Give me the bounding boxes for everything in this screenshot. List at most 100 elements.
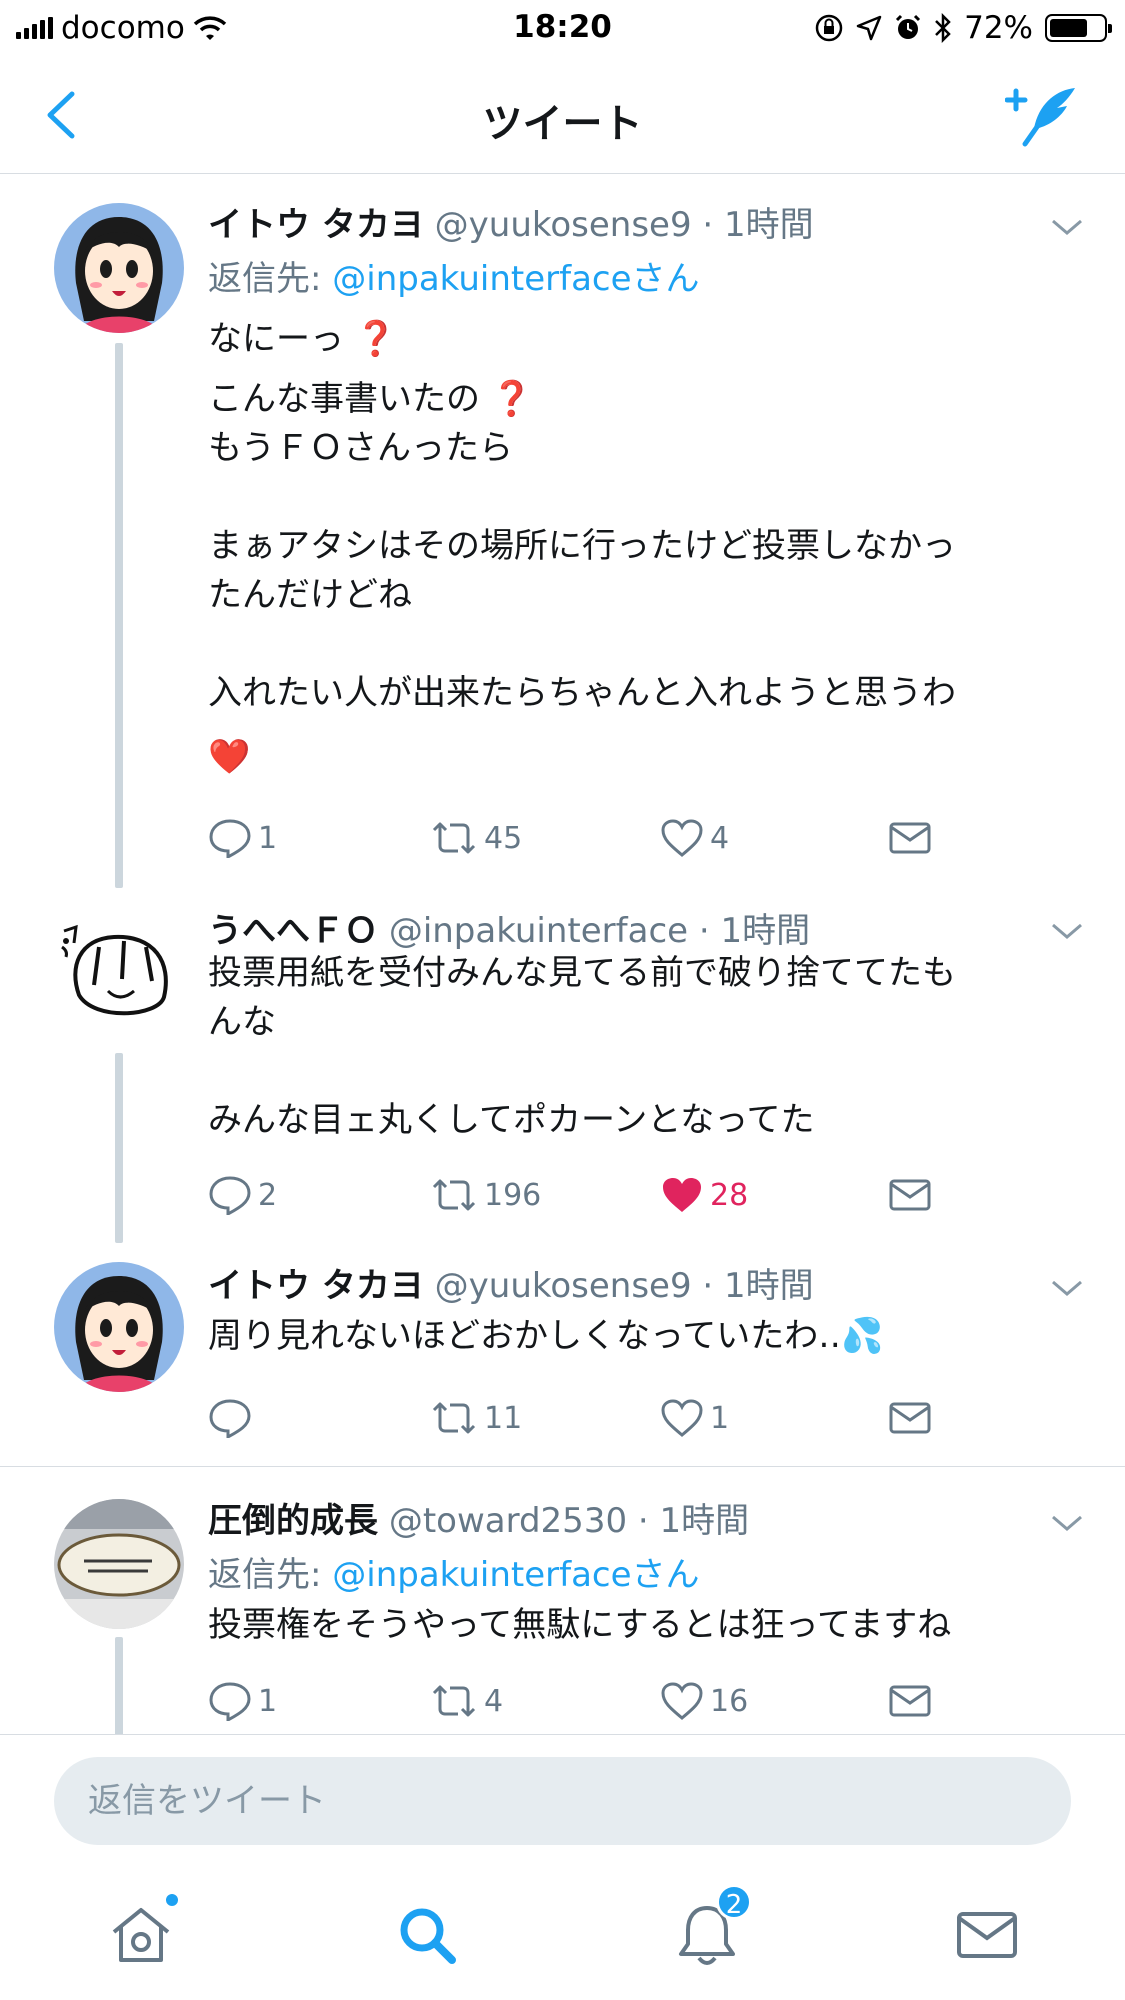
like-button[interactable]: 16 [660, 1681, 748, 1721]
user-handle[interactable]: @yuukosense9 [435, 205, 692, 245]
status-bar: docomo 18:20 72% [0, 0, 1125, 56]
page-title: ツイート [482, 101, 643, 147]
reply-icon [209, 819, 251, 858]
reply-count: 1 [258, 1683, 278, 1719]
chevron-down-icon[interactable] [1049, 1276, 1085, 1300]
retweet-icon [432, 1402, 476, 1434]
chevron-down-icon[interactable] [1049, 1511, 1085, 1535]
thread-connector [115, 1637, 123, 1734]
search-icon [400, 1908, 456, 1964]
back-arrow-icon[interactable] [40, 90, 86, 140]
reply-count: 2 [258, 1177, 278, 1213]
new-content-dot [164, 1892, 180, 1908]
tweet-header: イトウ タカヨ @yuukosense9 · 1時間 [208, 205, 814, 245]
tweet-actions: 1 4 16 [208, 1681, 968, 1731]
thread-connector [115, 343, 123, 888]
reply-count: 1 [258, 820, 278, 856]
retweet-count: 4 [484, 1683, 504, 1719]
retweet-button[interactable]: 11 [430, 1398, 522, 1438]
reply-button[interactable]: 2 [208, 1175, 277, 1215]
reply-icon [209, 1399, 251, 1438]
compose-tweet-icon[interactable] [1005, 84, 1081, 148]
tab-bar: 2 [0, 1862, 1125, 2000]
reply-context: 返信先: @inpakuinterfaceさん [208, 251, 700, 300]
notifications-badge: 2 [716, 1884, 752, 1920]
reply-icon [209, 1682, 251, 1721]
retweet-button[interactable]: 196 [430, 1175, 541, 1215]
retweet-button[interactable]: 45 [430, 818, 522, 858]
reply-icon [209, 1176, 251, 1215]
battery-percent: 72% [964, 10, 1033, 46]
location-arrow-icon [856, 15, 882, 41]
tweet-text: 投票権をそうやって無駄にするとは狂ってますね [208, 1605, 952, 1645]
display-name[interactable]: 圧倒的成長 [208, 1501, 378, 1541]
user-handle[interactable]: @inpakuinterface [389, 911, 688, 951]
tab-messages[interactable] [952, 1900, 1022, 1970]
tab-search[interactable] [392, 1900, 462, 1970]
like-count: 28 [710, 1177, 749, 1213]
tweet-text: なにーっ ❓ [208, 319, 398, 359]
tweet-text: 周り見れないほどおかしくなっていたわ‥💦 [208, 1316, 884, 1356]
reply-context: 返信先: @inpakuinterfaceさん [208, 1547, 700, 1596]
reply-context-label: 返信先: [208, 259, 333, 299]
reply-button[interactable]: 1 [208, 1681, 277, 1721]
heart-icon [661, 1682, 703, 1720]
envelope-icon [889, 1685, 931, 1717]
tweet-header: うへへＦＯ @inpakuinterface · 1時間 [208, 911, 811, 951]
retweet-icon [432, 1179, 476, 1211]
tweet-actions: 11 1 [208, 1398, 968, 1448]
tab-notifications[interactable]: 2 [672, 1884, 752, 1970]
like-count: 1 [710, 1400, 730, 1436]
user-avatar[interactable] [54, 1262, 184, 1392]
tweet-text: 投票用紙を受付みんな見てる前で破り捨ててたも んな みんな目ェ丸くしてポカーンと… [208, 953, 956, 1140]
alarm-icon [896, 14, 921, 39]
display-name[interactable]: うへへＦＯ [208, 911, 378, 951]
user-handle[interactable]: @yuukosense9 [435, 1266, 692, 1306]
chevron-down-icon[interactable] [1049, 919, 1085, 943]
user-avatar[interactable] [54, 1499, 184, 1629]
retweet-count: 11 [484, 1400, 523, 1436]
like-count: 4 [710, 820, 730, 856]
direct-message-button[interactable] [888, 1681, 932, 1721]
mention-link[interactable]: @inpakuinterfaceさん [332, 1555, 699, 1595]
tweet-header: 圧倒的成長 @toward2530 · 1時間 [208, 1501, 750, 1541]
tweet-header: イトウ タカヨ @yuukosense9 · 1時間 [208, 1266, 814, 1306]
tweet-text: こんな事書いたの ❓ もうＦＯさんったら まぁアタシはその場所に行ったけど投票し… [208, 379, 956, 713]
reply-button[interactable] [208, 1398, 258, 1438]
timestamp: 1時間 [720, 911, 811, 951]
tweet-2[interactable]: うへへＦＯ @inpakuinterface · 1時間 投票用紙を受付みんな見… [0, 895, 1125, 1250]
tweet-4[interactable]: 圧倒的成長 @toward2530 · 1時間 返信先: @inpakuinte… [0, 1467, 1125, 1734]
heart-icon [661, 1399, 703, 1437]
like-button[interactable]: 28 [660, 1175, 748, 1215]
direct-message-button[interactable] [888, 1175, 932, 1215]
home-icon [112, 1908, 170, 1962]
display-name[interactable]: イトウ タカヨ [208, 1266, 424, 1306]
like-button[interactable]: 4 [660, 818, 729, 858]
timestamp: 1時間 [659, 1501, 750, 1541]
direct-message-button[interactable] [888, 1398, 932, 1438]
mention-link[interactable]: @inpakuinterfaceさん [332, 259, 699, 299]
timestamp: 1時間 [724, 205, 814, 245]
reply-button[interactable]: 1 [208, 818, 277, 858]
retweet-icon [432, 822, 476, 854]
chevron-down-icon[interactable] [1049, 215, 1085, 239]
user-avatar[interactable] [54, 203, 184, 333]
reply-input[interactable] [54, 1757, 1071, 1845]
retweet-icon [432, 1685, 476, 1717]
system-indicators: 72% [814, 10, 1112, 46]
like-button[interactable]: 1 [660, 1398, 729, 1438]
envelope-icon [889, 1179, 931, 1211]
display-name[interactable]: イトウ タカヨ [208, 205, 424, 245]
direct-message-button[interactable] [888, 818, 932, 858]
heart-icon [661, 819, 703, 857]
envelope-icon [957, 1912, 1017, 1958]
tweet-3[interactable]: イトウ タカヨ @yuukosense9 · 1時間 周り見れないほどおかしくな… [0, 1250, 1125, 1466]
user-handle[interactable]: @toward2530 [389, 1501, 627, 1541]
reply-context-label: 返信先: [208, 1555, 333, 1595]
retweet-button[interactable]: 4 [430, 1681, 503, 1721]
thread-connector [115, 1053, 123, 1243]
user-avatar[interactable] [54, 907, 184, 1037]
tab-home[interactable] [106, 1892, 180, 1970]
tweet-1[interactable]: イトウ タカヨ @yuukosense9 · 1時間 返信先: @inpakui… [0, 175, 1125, 895]
reply-composer [0, 1734, 1125, 1854]
